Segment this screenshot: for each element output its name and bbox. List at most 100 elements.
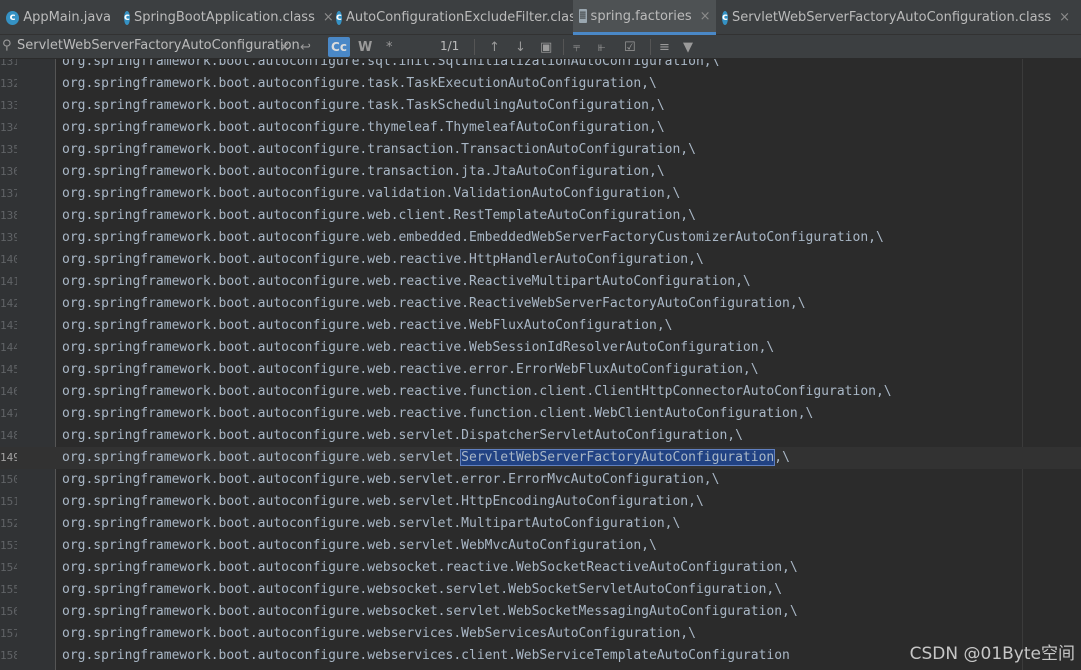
- tab-4[interactable]: c ServletWebServerFactoryAutoConfiguratio…: [716, 0, 1070, 35]
- line-number: 139: [0, 231, 17, 244]
- line-number: 133: [0, 99, 17, 112]
- line-number: 137: [0, 187, 17, 200]
- code-line[interactable]: 154 org.springframework.boot.autoconfigur…: [0, 557, 1081, 579]
- line-number: 135: [0, 143, 17, 156]
- code-line[interactable]: 133 org.springframework.boot.autoconfigur…: [0, 95, 1081, 117]
- line-number: 155: [0, 583, 17, 596]
- filter-options-icon[interactable]: ≡: [659, 37, 670, 57]
- line-number: 141: [0, 275, 17, 288]
- code-line[interactable]: 135 org.springframework.boot.autoconfigur…: [0, 139, 1081, 161]
- line-number: 138: [0, 209, 17, 222]
- clear-search-icon[interactable]: ×: [279, 37, 290, 57]
- code-text: org.springframework.boot.autoconfigure.w…: [62, 648, 790, 663]
- code-line[interactable]: 151 org.springframework.boot.autoconfigur…: [0, 491, 1081, 513]
- code-editor[interactable]: 131 org.springframework.boot.autoconfigur…: [0, 59, 1081, 670]
- search-input[interactable]: ServletWebServerFactoryAutoConfiguration: [17, 38, 300, 53]
- code-text: org.springframework.boot.autoconfigure.s…: [62, 59, 720, 69]
- code-line[interactable]: 146 org.springframework.boot.autoconfigur…: [0, 381, 1081, 403]
- tab-0[interactable]: c AppMain.java: [0, 0, 118, 35]
- words-toggle[interactable]: W: [358, 37, 372, 57]
- line-number: 132: [0, 77, 17, 90]
- code-segment: ,\: [774, 450, 790, 465]
- line-number: 144: [0, 341, 17, 354]
- code-text: org.springframework.boot.autoconfigure.w…: [62, 626, 696, 641]
- line-number: 142: [0, 297, 17, 310]
- new-line-icon[interactable]: ↩: [300, 37, 311, 57]
- code-text: org.springframework.boot.autoconfigure.w…: [62, 604, 798, 619]
- code-line[interactable]: 132 org.springframework.boot.autoconfigur…: [0, 73, 1081, 95]
- add-occurrence-icon[interactable]: ⫧: [573, 37, 580, 57]
- code-text: org.springframework.boot.autoconfigure.w…: [62, 230, 884, 245]
- code-text: org.springframework.boot.autoconfigure.w…: [62, 560, 798, 575]
- code-line[interactable]: 144 org.springframework.boot.autoconfigur…: [0, 337, 1081, 359]
- code-text: org.springframework.boot.autoconfigure.w…: [62, 516, 681, 531]
- code-line[interactable]: 148 org.springframework.boot.autoconfigur…: [0, 425, 1081, 447]
- code-line[interactable]: 145 org.springframework.boot.autoconfigur…: [0, 359, 1081, 381]
- code-line[interactable]: 143 org.springframework.boot.autoconfigur…: [0, 315, 1081, 337]
- code-text: org.springframework.boot.autoconfigure.w…: [62, 340, 775, 355]
- class-icon: c: [124, 10, 130, 25]
- line-number: 140: [0, 253, 17, 266]
- class-icon: c: [6, 10, 20, 25]
- code-line[interactable]: 147 org.springframework.boot.autoconfigur…: [0, 403, 1081, 425]
- tab-2[interactable]: cAutoConfigurationExcludeFilter.class×: [330, 0, 602, 35]
- line-number: 147: [0, 407, 17, 420]
- code-line[interactable]: 138 org.springframework.boot.autoconfigur…: [0, 205, 1081, 227]
- tab-label: SpringBootApplication.class: [133, 10, 315, 25]
- filter-icon[interactable]: ▼: [683, 37, 693, 57]
- code-line[interactable]: 140 org.springframework.boot.autoconfigur…: [0, 249, 1081, 271]
- line-number: 153: [0, 539, 17, 552]
- line-number: 136: [0, 165, 17, 178]
- line-number: 156: [0, 605, 17, 618]
- search-match-highlight: ServletWebServerFactoryAutoConfiguration: [460, 449, 776, 466]
- tab-3[interactable]: ≣ spring.factories ×: [573, 0, 716, 35]
- code-line[interactable]: 150 org.springframework.boot.autoconfigur…: [0, 469, 1081, 491]
- code-text: org.springframework.boot.autoconfigure.w…: [62, 362, 759, 377]
- code-line[interactable]: 131 org.springframework.boot.autoconfigur…: [0, 59, 1081, 73]
- code-text: org.springframework.boot.autoconfigure.t…: [62, 120, 665, 135]
- code-text: org.springframework.boot.autoconfigure.w…: [62, 296, 806, 311]
- tab-1[interactable]: c SpringBootApplication.class ×: [118, 0, 334, 35]
- select-all-icon[interactable]: ☑: [624, 37, 636, 57]
- divider: [563, 39, 564, 55]
- match-case-toggle[interactable]: Cc: [328, 37, 350, 57]
- select-all-occurrences-icon[interactable]: ▣: [540, 37, 552, 57]
- arrow-up-icon[interactable]: ↑: [489, 37, 500, 57]
- code-text: org.springframework.boot.autoconfigure.w…: [62, 208, 696, 223]
- line-number: 150: [0, 473, 17, 486]
- line-number: 149: [0, 451, 17, 464]
- line-number: 145: [0, 363, 17, 376]
- code-line[interactable]: 139 org.springframework.boot.autoconfigur…: [0, 227, 1081, 249]
- code-line[interactable]: 142 org.springframework.boot.autoconfigur…: [0, 293, 1081, 315]
- tab-label: spring.factories: [590, 8, 692, 24]
- class-icon: c: [722, 10, 728, 25]
- code-line[interactable]: 152 org.springframework.boot.autoconfigur…: [0, 513, 1081, 535]
- line-number: 158: [0, 649, 17, 662]
- find-bar: ⚲ ServletWebServerFactoryAutoConfigurati…: [0, 35, 1081, 59]
- code-line[interactable]: 149 org.springframework.boot.autoconfigur…: [0, 447, 1081, 469]
- search-icon[interactable]: ⚲: [2, 38, 12, 53]
- close-icon[interactable]: ×: [700, 9, 711, 24]
- code-line[interactable]: 155 org.springframework.boot.autoconfigur…: [0, 579, 1081, 601]
- code-text: org.springframework.boot.autoconfigure.w…: [62, 447, 790, 469]
- line-number: 152: [0, 517, 17, 530]
- divider: [650, 39, 651, 55]
- regex-toggle[interactable]: *: [386, 37, 393, 57]
- code-line[interactable]: 136 org.springframework.boot.autoconfigur…: [0, 161, 1081, 183]
- close-icon[interactable]: ×: [1059, 10, 1070, 25]
- remove-occurrence-icon[interactable]: ⫦: [598, 37, 605, 57]
- code-line[interactable]: 137 org.springframework.boot.autoconfigur…: [0, 183, 1081, 205]
- arrow-down-icon[interactable]: ↓: [515, 37, 526, 57]
- editor-tab-bar: c AppMain.java c SpringBootApplication.clas…: [0, 0, 1081, 35]
- code-text: org.springframework.boot.autoconfigure.t…: [62, 164, 665, 179]
- code-text: org.springframework.boot.autoconfigure.w…: [62, 494, 704, 509]
- line-number: 151: [0, 495, 17, 508]
- code-line[interactable]: 153 org.springframework.boot.autoconfigur…: [0, 535, 1081, 557]
- code-line[interactable]: 141 org.springframework.boot.autoconfigur…: [0, 271, 1081, 293]
- code-text: org.springframework.boot.autoconfigure.w…: [62, 538, 657, 553]
- line-number: 157: [0, 627, 17, 640]
- code-line[interactable]: 156 org.springframework.boot.autoconfigur…: [0, 601, 1081, 623]
- code-line[interactable]: 134 org.springframework.boot.autoconfigur…: [0, 117, 1081, 139]
- match-count: 1/1: [440, 39, 460, 53]
- code-text: org.springframework.boot.autoconfigure.w…: [62, 428, 743, 443]
